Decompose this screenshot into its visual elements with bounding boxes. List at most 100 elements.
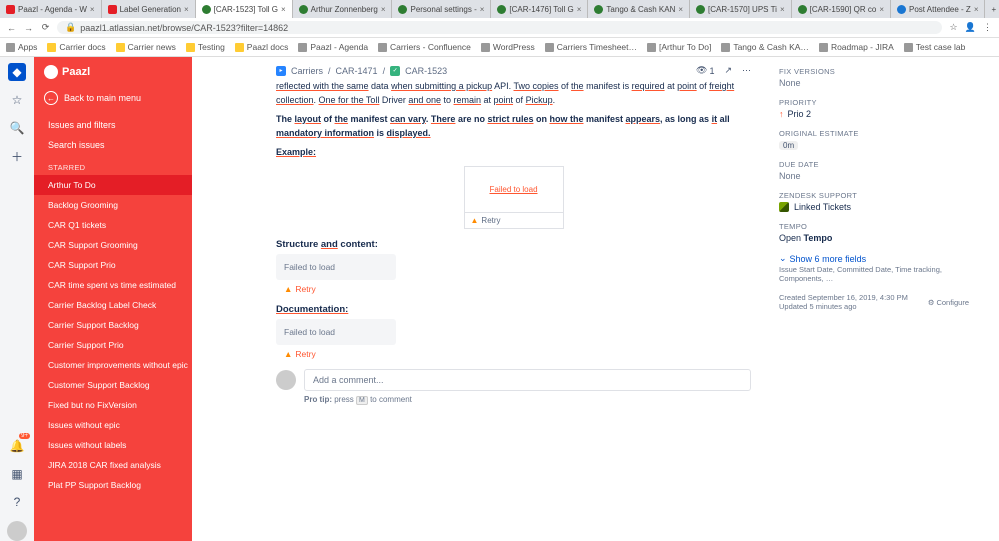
sidebar-filter-item[interactable]: CAR Support Grooming: [34, 235, 192, 255]
bookmark-item[interactable]: Test case lab: [904, 42, 966, 52]
browser-tab[interactable]: [CAR-1476] Toll G×: [491, 0, 588, 18]
close-tab-icon[interactable]: ×: [780, 5, 785, 14]
bookmark-item[interactable]: Carrier news: [116, 42, 176, 52]
browser-tab[interactable]: Paazl - Agenda - W×: [0, 0, 102, 18]
configure-button[interactable]: ⚙Configure: [928, 293, 969, 311]
bookmark-item[interactable]: Carriers - Confluence: [378, 42, 471, 52]
structure-retry[interactable]: ▲Retry: [276, 284, 751, 294]
star-icon[interactable]: ☆: [948, 22, 959, 33]
fix-versions-value[interactable]: None: [779, 78, 969, 88]
sidebar-filter-item[interactable]: Carrier Backlog Label Check: [34, 295, 192, 315]
sidebar-filter-item[interactable]: CAR time spent vs time estimated: [34, 275, 192, 295]
back-arrow-icon: ←: [44, 91, 58, 105]
due-date-value[interactable]: None: [779, 171, 969, 181]
description-line-2: The layout of the manifest can vary. The…: [276, 113, 751, 140]
bookmark-item[interactable]: Tango & Cash KA…: [721, 42, 809, 52]
bookmark-item[interactable]: Paazl - Agenda: [298, 42, 368, 52]
issues-and-filters-link[interactable]: Issues and filters: [34, 115, 192, 135]
project-sidebar: Paazl ← Back to main menu Issues and fil…: [34, 57, 192, 541]
search-issues-link[interactable]: Search issues: [34, 135, 192, 155]
breadcrumb-issue[interactable]: CAR-1523: [405, 66, 447, 76]
sidebar-filter-item[interactable]: Customer improvements without epic: [34, 355, 192, 375]
sidebar-filter-item[interactable]: Plat PP Support Backlog: [34, 475, 192, 495]
close-tab-icon[interactable]: ×: [480, 5, 485, 14]
bookmark-item[interactable]: Paazl docs: [235, 42, 289, 52]
sidebar-filter-item[interactable]: Carrier Support Prio: [34, 335, 192, 355]
back-to-main[interactable]: ← Back to main menu: [34, 87, 192, 115]
new-tab-button[interactable]: +: [985, 5, 999, 14]
notification-icon[interactable]: 🔔9+: [8, 437, 26, 455]
documentation-retry[interactable]: ▲Retry: [276, 349, 751, 359]
bookmark-item[interactable]: Carriers Timesheet…: [545, 42, 637, 52]
browser-tab[interactable]: [CAR-1590] QR co×: [792, 0, 891, 18]
star-nav-icon[interactable]: ☆: [8, 91, 26, 109]
browser-tab[interactable]: Label Generation×: [102, 0, 196, 18]
close-tab-icon[interactable]: ×: [381, 5, 386, 14]
browser-tab[interactable]: Post Attendee - Z×: [891, 0, 985, 18]
create-icon[interactable]: ＋: [8, 147, 26, 165]
menu-icon[interactable]: ⋮: [982, 22, 993, 33]
browser-tab[interactable]: Tango & Cash KAN×: [588, 0, 690, 18]
close-tab-icon[interactable]: ×: [184, 5, 189, 14]
show-more-fields[interactable]: ⌄Show 6 more fields: [779, 253, 969, 264]
chevron-down-icon: ⌄: [779, 253, 787, 264]
avatar-icon[interactable]: [7, 521, 27, 541]
help-icon[interactable]: ?: [8, 493, 26, 511]
bookmark-item[interactable]: Testing: [186, 42, 225, 52]
bookmark-item[interactable]: Carrier docs: [47, 42, 105, 52]
breadcrumb-parent[interactable]: CAR-1471: [336, 66, 378, 76]
original-estimate-value[interactable]: 0m: [779, 140, 969, 150]
description-line-1: reflected with the same data when submit…: [276, 80, 751, 107]
favicon-icon: [398, 5, 407, 14]
eye-icon: 👁: [696, 65, 707, 76]
share-icon[interactable]: ↗: [724, 65, 732, 76]
close-tab-icon[interactable]: ×: [281, 5, 286, 14]
browser-tab[interactable]: [CAR-1523] Toll G×: [196, 0, 293, 18]
browser-tab[interactable]: Personal settings -×: [392, 0, 491, 18]
sidebar-filter-item[interactable]: Customer Support Backlog: [34, 375, 192, 395]
url-field[interactable]: 🔒 paazl1.atlassian.net/browse/CAR-1523?f…: [57, 21, 942, 34]
issue-type-icon: ✓: [390, 66, 400, 76]
sidebar-filter-item[interactable]: Issues without labels: [34, 435, 192, 455]
breadcrumb-project[interactable]: Carriers: [291, 66, 323, 76]
sidebar-filter-item[interactable]: Arthur To Do: [34, 175, 192, 195]
close-tab-icon[interactable]: ×: [678, 5, 683, 14]
bookmark-item[interactable]: [Arthur To Do]: [647, 42, 711, 52]
jira-logo-icon[interactable]: ◆: [8, 63, 26, 81]
sidebar-filter-item[interactable]: Backlog Grooming: [34, 195, 192, 215]
close-tab-icon[interactable]: ×: [974, 5, 979, 14]
show-more-subtitle: Issue Start Date, Committed Date, Time t…: [779, 265, 969, 283]
sidebar-filter-item[interactable]: JIRA 2018 CAR fixed analysis: [34, 455, 192, 475]
reload-icon[interactable]: ⟳: [40, 22, 51, 33]
sidebar-filter-item[interactable]: CAR Support Prio: [34, 255, 192, 275]
more-icon[interactable]: ⋯: [742, 65, 751, 76]
bookmark-item[interactable]: WordPress: [481, 42, 535, 52]
apps-icon[interactable]: ▦: [8, 465, 26, 483]
browser-tab[interactable]: Arthur Zonnenberg×: [293, 0, 393, 18]
documentation-heading: Documentation:: [276, 304, 751, 315]
bookmark-item[interactable]: Apps: [6, 42, 37, 52]
sidebar-filter-item[interactable]: Carrier Support Backlog: [34, 315, 192, 335]
back-icon[interactable]: ←: [6, 23, 17, 33]
favicon-icon: [299, 5, 308, 14]
browser-tab[interactable]: [CAR-1570] UPS Ti×: [690, 0, 792, 18]
close-tab-icon[interactable]: ×: [90, 5, 95, 14]
zendesk-label: ZENDESK SUPPORT: [779, 191, 969, 200]
search-nav-icon[interactable]: 🔍: [8, 119, 26, 137]
priority-value[interactable]: ↑Prio 2: [779, 109, 969, 119]
attachment-retry[interactable]: ▲Retry: [465, 212, 563, 228]
sidebar-filter-item[interactable]: Issues without epic: [34, 415, 192, 435]
forward-icon[interactable]: →: [23, 23, 34, 33]
zendesk-value[interactable]: Linked Tickets: [779, 202, 969, 212]
comment-input[interactable]: Add a comment...: [304, 369, 751, 391]
close-tab-icon[interactable]: ×: [577, 5, 582, 14]
sidebar-filter-item[interactable]: Fixed but no FixVersion: [34, 395, 192, 415]
sidebar-filter-item[interactable]: CAR Q1 tickets: [34, 215, 192, 235]
watchers[interactable]: 👁1: [696, 65, 714, 76]
fix-versions-label: FIX VERSIONS: [779, 67, 969, 76]
profile-icon[interactable]: 👤: [965, 22, 976, 33]
documentation-failed: Failed to load: [276, 319, 396, 345]
tempo-value[interactable]: Open Tempo: [779, 233, 969, 243]
close-tab-icon[interactable]: ×: [879, 5, 884, 14]
bookmark-item[interactable]: Roadmap - JIRA: [819, 42, 894, 52]
